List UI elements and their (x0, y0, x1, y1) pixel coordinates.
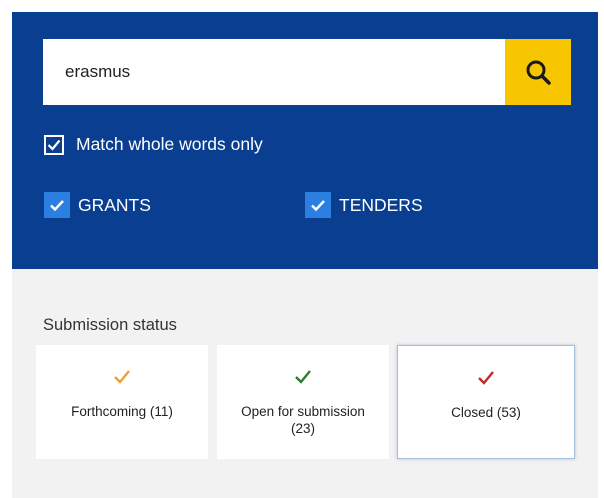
search-bar (43, 39, 571, 105)
tenders-label: TENDERS (339, 194, 423, 215)
match-whole-words-checkbox[interactable]: Match whole words only (44, 134, 263, 155)
grants-checkbox[interactable]: GRANTS (44, 192, 151, 218)
match-whole-words-label: Match whole words only (76, 134, 263, 154)
status-card-label: Forthcoming (11) (71, 404, 173, 419)
status-card-closed[interactable]: Closed (53) (397, 345, 575, 459)
submission-status-title: Submission status (43, 316, 177, 334)
status-card-open[interactable]: Open for submission (23) (217, 345, 389, 459)
checkbox-checked-icon (44, 134, 64, 155)
grants-label: GRANTS (78, 194, 151, 215)
check-icon (478, 371, 494, 385)
status-card-forthcoming[interactable]: Forthcoming (11) (36, 345, 208, 459)
search-panel: Match whole words only GRANTS TENDERS (12, 12, 598, 269)
search-input[interactable] (43, 39, 505, 105)
status-card-label: Open for submission (23) (241, 404, 365, 436)
check-icon (114, 370, 130, 384)
filter-panel: Submission status Forthcoming (11) Open … (12, 269, 598, 498)
status-card-label: Closed (53) (451, 405, 521, 420)
checkbox-checked-icon (305, 192, 331, 218)
search-button[interactable] (505, 39, 571, 105)
check-icon (295, 370, 311, 384)
checkbox-checked-icon (44, 192, 70, 218)
search-icon (526, 60, 551, 85)
tenders-checkbox[interactable]: TENDERS (305, 192, 423, 218)
